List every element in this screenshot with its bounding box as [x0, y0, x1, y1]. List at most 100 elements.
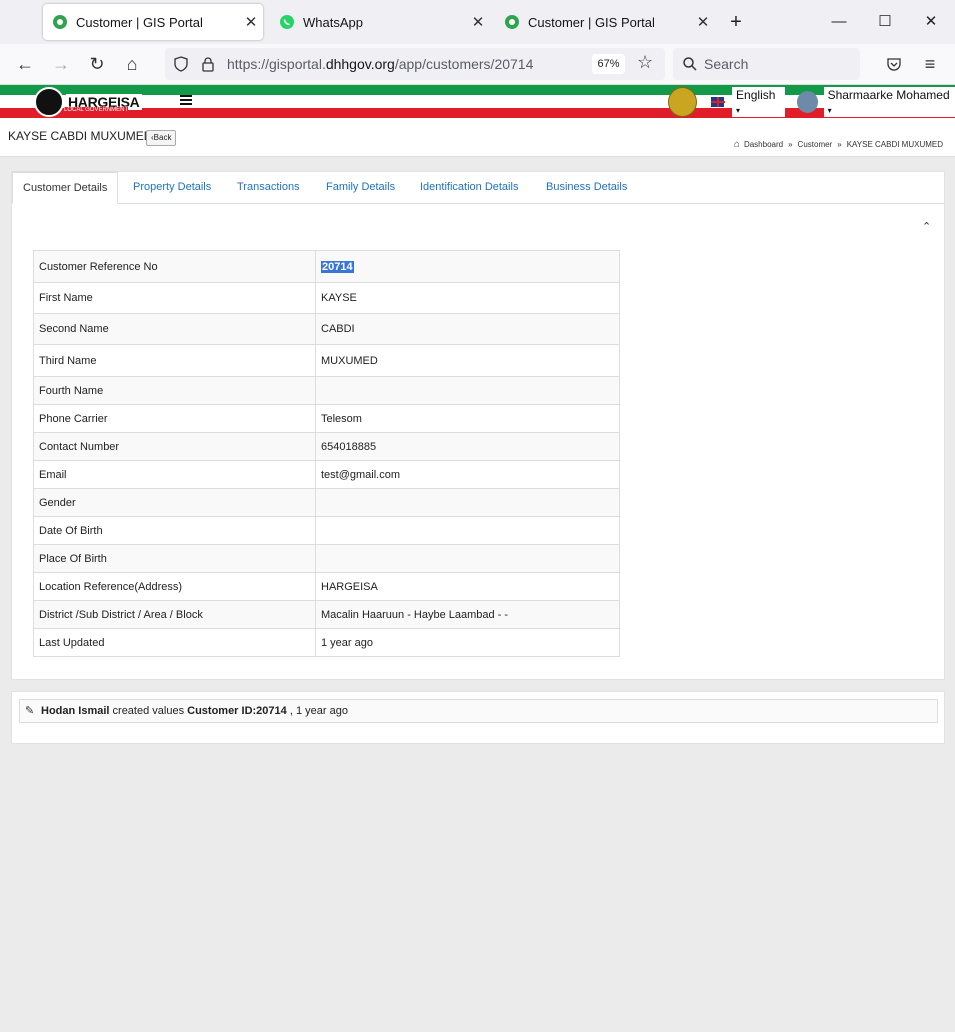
table-row: District /Sub District / Area / Block Ma… [33, 600, 620, 629]
sidebar-toggle-icon[interactable] [180, 95, 192, 105]
home-icon[interactable]: ⌂ [120, 52, 144, 76]
activity-card: ✎ Hodan Ismail created values Customer ID… [11, 691, 945, 744]
breadcrumb-dashboard[interactable]: Dashboard [744, 140, 783, 149]
new-tab-plus-icon[interactable]: + [722, 8, 750, 36]
table-row: Last Updated 1 year ago [33, 628, 620, 657]
table-row: Gender [33, 488, 620, 517]
whatsapp-icon [280, 15, 294, 29]
tab-family-details[interactable]: Family Details [326, 172, 395, 203]
detail-value [315, 516, 620, 545]
table-row: Customer Reference No 20714 [33, 250, 620, 283]
app-header: HARGEISA LOCAL GOVERNMENT English ▾ Shar… [0, 85, 955, 118]
detail-value: HARGEISA [315, 572, 620, 601]
tab-identification-details[interactable]: Identification Details [420, 172, 518, 203]
detail-value: CABDI [315, 313, 620, 345]
tab-business-details[interactable]: Business Details [546, 172, 627, 203]
breadcrumb-customer[interactable]: Customer [798, 140, 833, 149]
detail-label: Customer Reference No [33, 250, 316, 283]
tab-transactions[interactable]: Transactions [237, 172, 300, 203]
back-button[interactable]: ‹Back [146, 130, 177, 146]
menu-hamburger-icon[interactable]: ≡ [918, 52, 942, 76]
activity-user: Hodan Ismail [41, 705, 110, 717]
user-menu[interactable]: Sharmaarke Mohamed ▾ [823, 86, 955, 117]
back-arrow-icon[interactable]: ← [13, 52, 37, 76]
browser-tab-customer[interactable]: Customer | GIS Portal ✕ [43, 4, 263, 40]
browser-tab-whatsapp[interactable]: WhatsApp ✕ [270, 4, 490, 40]
url-domain: dhhgov.org [325, 56, 395, 72]
table-row: Second Name CABDI [33, 313, 620, 345]
customer-reference-value: 20714 [321, 260, 354, 273]
close-tab-icon[interactable]: ✕ [691, 13, 715, 31]
detail-value: 20714 [315, 250, 620, 283]
shield-icon[interactable] [173, 56, 189, 72]
detail-label: Email [33, 460, 316, 489]
lock-icon[interactable] [201, 56, 215, 72]
zoom-level[interactable]: 67% [592, 54, 625, 74]
pocket-icon[interactable] [886, 56, 902, 72]
detail-value [315, 376, 620, 405]
detail-label: Third Name [33, 344, 316, 377]
detail-value [315, 544, 620, 573]
breadcrumb: ⌂ Dashboard » Customer » KAYSE CABDI MUX… [734, 139, 943, 150]
chevron-up-icon[interactable]: ⌃ [922, 220, 931, 233]
table-row: First Name KAYSE [33, 282, 620, 314]
page-title-bar: KAYSE CABDI MUXUMED ‹Back ⌂ Dashboard » … [0, 118, 955, 157]
language-selector[interactable]: English ▾ [732, 86, 785, 117]
table-row: Location Reference(Address) HARGEISA [33, 572, 620, 601]
caret-down-icon: ▾ [827, 105, 832, 115]
detail-label: First Name [33, 282, 316, 314]
address-bar[interactable]: https://gisportal.dhhgov.org/app/custome… [165, 48, 665, 80]
close-tab-icon[interactable]: ✕ [466, 13, 490, 31]
edit-icon: ✎ [25, 705, 35, 717]
brand-subtitle: LOCAL GOVERNMENT [64, 107, 129, 113]
browser-tab-strip: Customer | GIS Portal ✕ WhatsApp ✕ Custo… [0, 0, 955, 44]
activity-log-item: ✎ Hodan Ismail created values Customer ID… [19, 699, 938, 723]
detail-label: Second Name [33, 313, 316, 345]
gis-portal-favicon-icon [53, 15, 67, 29]
reload-icon[interactable]: ↻ [85, 52, 109, 76]
user-avatar[interactable] [796, 90, 818, 113]
bookmark-star-icon[interactable]: ☆ [637, 52, 653, 73]
search-placeholder: Search [704, 56, 749, 72]
activity-subject: Customer ID:20714 [187, 705, 287, 717]
detail-value: Telesom [315, 404, 620, 433]
customer-details-table: Customer Reference No 20714 First Name K… [33, 250, 620, 657]
url-text[interactable]: https://gisportal.dhhgov.org/app/custome… [227, 56, 533, 72]
caret-down-icon: ▾ [736, 105, 741, 115]
breadcrumb-separator: » [837, 140, 842, 149]
search-box[interactable]: Search [673, 48, 860, 80]
table-row: Fourth Name [33, 376, 620, 405]
detail-value: 654018885 [315, 432, 620, 461]
detail-tabs: Customer Details Property Details Transa… [12, 171, 944, 204]
detail-label: Place Of Birth [33, 544, 316, 573]
url-path: /app/customers/20714 [394, 56, 534, 72]
table-row: Place Of Birth [33, 544, 620, 573]
detail-value [315, 488, 620, 517]
activity-action: created values [109, 705, 188, 717]
tab-customer-details[interactable]: Customer Details [12, 171, 119, 204]
forward-arrow-icon[interactable]: → [49, 52, 73, 76]
tab-property-details[interactable]: Property Details [133, 172, 211, 203]
detail-label: District /Sub District / Area / Block [33, 600, 316, 629]
browser-tab-title: Customer | GIS Portal [528, 14, 655, 30]
back-label: Back [153, 133, 172, 142]
breadcrumb-current: KAYSE CABDI MUXUMED [846, 140, 943, 149]
maximize-icon[interactable]: ☐ [862, 8, 908, 36]
table-row: Contact Number 654018885 [33, 432, 620, 461]
close-tab-icon[interactable]: ✕ [239, 13, 263, 31]
browser-tab-customer-2[interactable]: Customer | GIS Portal ✕ [495, 4, 715, 40]
minimize-icon[interactable]: — [816, 8, 862, 36]
gis-portal-favicon-icon [505, 15, 519, 29]
breadcrumb-separator: » [788, 140, 793, 149]
window-close-icon[interactable]: ✕ [908, 8, 954, 36]
home-icon: ⌂ [733, 139, 740, 150]
detail-label: Fourth Name [33, 376, 316, 405]
detail-label: Location Reference(Address) [33, 572, 316, 601]
table-row: Date Of Birth [33, 516, 620, 545]
browser-tab-title: WhatsApp [303, 14, 363, 30]
detail-value: Macalin Haaruun - Haybe Laambad - - [315, 600, 620, 629]
user-name: Sharmaarke Mohamed [827, 87, 950, 102]
detail-value: KAYSE [315, 282, 620, 314]
detail-value: MUXUMED [315, 344, 620, 377]
browser-nav-bar: ← → ↻ ⌂ https://gisportal.dhhgov.org/app… [0, 44, 955, 85]
